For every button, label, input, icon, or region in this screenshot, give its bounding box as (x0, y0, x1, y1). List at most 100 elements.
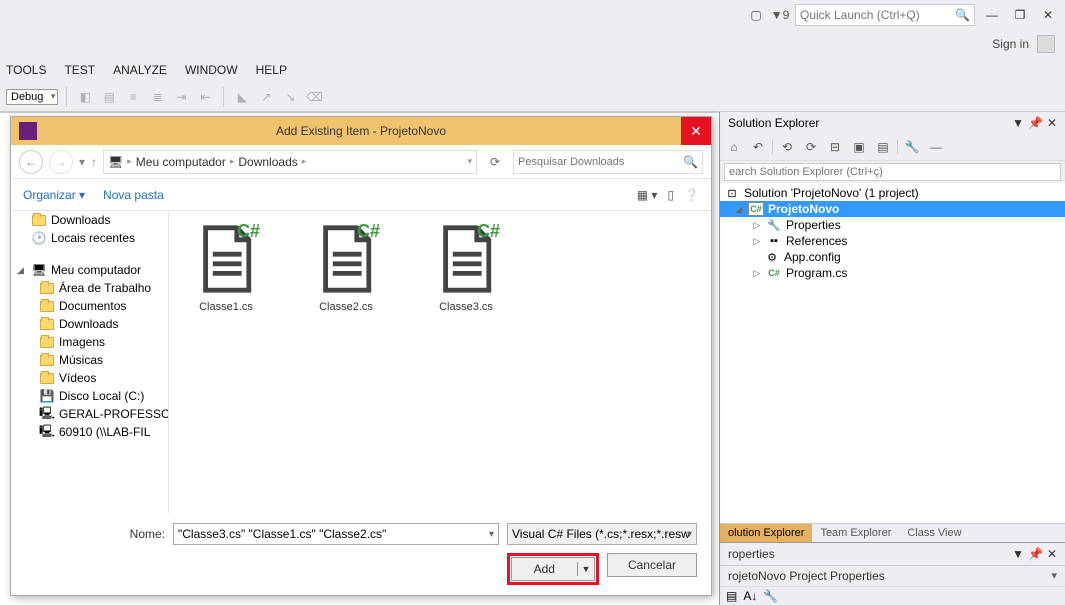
dialog-sidebar[interactable]: Downloads 🕑Locais recentes ◢🖥Meu computa… (11, 211, 169, 513)
sidebar-item-music[interactable]: Músicas (11, 351, 168, 369)
properties-icon[interactable]: 🔧 (902, 138, 922, 156)
sidebar-item-computer[interactable]: ◢🖥Meu computador (11, 261, 168, 279)
close-icon[interactable]: ✕ (1047, 547, 1057, 561)
menu-test[interactable]: TEST (64, 63, 95, 77)
tool-icon[interactable]: ≣ (147, 87, 167, 107)
preview-icon[interactable]: ▤ (873, 138, 893, 156)
dialog-search[interactable]: 🔍 (513, 150, 703, 174)
sort-icon[interactable]: A↓ (743, 589, 757, 603)
solution-search-input[interactable] (724, 163, 1061, 181)
sidebar-item-images[interactable]: Imagens (11, 333, 168, 351)
file-item[interactable]: C# Classe1.cs (181, 223, 271, 313)
cancel-button[interactable]: Cancelar (607, 553, 697, 577)
solution-tree[interactable]: ⊡ Solution 'ProjetoNovo' (1 project) ◢ C… (720, 183, 1065, 523)
file-filter-dropdown[interactable]: Visual C# Files (*.cs;*.resx;*.resw (507, 523, 697, 545)
show-icon[interactable]: ▣ (849, 138, 869, 156)
close-button[interactable]: ✕ (1037, 4, 1059, 26)
tree-item[interactable]: ▷ C# Program.cs (720, 265, 1065, 281)
sync-icon[interactable]: ⟲ (777, 138, 797, 156)
home-icon[interactable]: ⌂ (724, 138, 744, 156)
tab-solution-explorer[interactable]: olution Explorer (720, 524, 812, 542)
main-toolbar: Debug ◧ ▤ ≡ ≣ ⇥ ⇤ ◣ ↗ ↘ ⌫ (0, 82, 1065, 112)
quick-launch-input[interactable] (800, 8, 955, 22)
menu-help[interactable]: HELP (256, 63, 287, 77)
crumb-segment[interactable]: Meu computador (136, 155, 226, 169)
sidebar-item-recent[interactable]: 🕑Locais recentes (11, 229, 168, 247)
menu-window[interactable]: WINDOW (185, 63, 238, 77)
feedback-icon[interactable]: ▢ (747, 6, 765, 24)
tool-icon[interactable]: ≡ (123, 87, 143, 107)
menu-analyze[interactable]: ANALYZE (113, 63, 167, 77)
tool-icon[interactable]: ◧ (75, 87, 95, 107)
menu-tools[interactable]: TOOLS (6, 63, 46, 77)
tool-icon[interactable]: ↘ (280, 87, 300, 107)
pin-icon[interactable]: 📌 (1028, 116, 1043, 130)
tab-class-view[interactable]: Class View (899, 524, 969, 542)
tool-icon[interactable]: ⌫ (304, 87, 324, 107)
pin-icon[interactable]: 📌 (1028, 547, 1043, 561)
sidebar-item-documents[interactable]: Documentos (11, 297, 168, 315)
tree-item[interactable]: ▷ 🔧 Properties (720, 217, 1065, 233)
bookmark-icon[interactable]: ◣ (232, 87, 252, 107)
tool-icon[interactable]: ↗ (256, 87, 276, 107)
back-icon[interactable]: ↶ (748, 138, 768, 156)
collapse-icon[interactable]: ⊟ (825, 138, 845, 156)
dropdown-icon[interactable]: ▼ (1012, 547, 1024, 561)
refresh-icon[interactable]: ⟳ (801, 138, 821, 156)
refresh-button[interactable]: ⟳ (483, 150, 507, 174)
tab-team-explorer[interactable]: Team Explorer (812, 524, 899, 542)
breadcrumb[interactable]: 🖥 ▸ Meu computador ▸ Downloads ▸ ▾ (103, 150, 477, 174)
sidebar-item-videos[interactable]: Vídeos (11, 369, 168, 387)
config-dropdown[interactable]: Debug (6, 89, 58, 105)
tree-solution[interactable]: ⊡ Solution 'ProjetoNovo' (1 project) (720, 185, 1065, 201)
expand-icon[interactable]: ▷ (752, 268, 762, 279)
tool-icon[interactable]: ▤ (99, 87, 119, 107)
notifications-icon[interactable]: ▼9 (771, 6, 789, 24)
expand-icon[interactable]: ▷ (752, 220, 762, 231)
file-list[interactable]: C# Classe1.cs C# Classe2.cs C# Classe3.c… (169, 211, 711, 513)
forward-button[interactable]: → (49, 150, 73, 174)
organize-button[interactable]: Organizar ▾ (23, 188, 85, 202)
expand-icon[interactable]: ▷ (752, 236, 762, 247)
chevron-down-icon[interactable]: ▼ (578, 564, 594, 574)
sidebar-item-disk[interactable]: 💾Disco Local (C:) (11, 387, 168, 405)
dropdown-icon[interactable]: ▼ (1012, 116, 1024, 130)
properties-subject[interactable]: rojetoNovo Project Properties (720, 566, 1065, 586)
signin-link[interactable]: Sign in (992, 37, 1029, 51)
wrench-icon[interactable]: 🔧 (763, 589, 778, 603)
chevron-down-icon[interactable]: ▾ (467, 156, 472, 167)
chevron-down-icon[interactable]: ▾ (79, 155, 85, 169)
back-button[interactable]: ← (19, 150, 43, 174)
tool-icon[interactable]: ⇤ (195, 87, 215, 107)
sidebar-item-downloads[interactable]: Downloads (11, 315, 168, 333)
file-item[interactable]: C# Classe2.cs (301, 223, 391, 313)
dialog-search-input[interactable] (518, 156, 683, 168)
view-icon[interactable]: ▦ ▾ (637, 188, 658, 202)
dialog-title-bar[interactable]: Add Existing Item - ProjetoNovo ✕ (11, 117, 711, 145)
dialog-close-button[interactable]: ✕ (681, 117, 711, 145)
restore-button[interactable]: ❐ (1009, 4, 1031, 26)
add-button[interactable]: Add ▼ (511, 557, 595, 581)
dash-icon[interactable]: — (926, 138, 946, 156)
filename-input[interactable]: "Classe3.cs" "Classe1.cs" "Classe2.cs" (173, 523, 499, 545)
file-item[interactable]: C# Classe3.cs (421, 223, 511, 313)
close-icon[interactable]: ✕ (1047, 116, 1057, 130)
preview-icon[interactable]: ▯ (667, 188, 674, 202)
tree-project[interactable]: ◢ C# ProjetoNovo (720, 201, 1065, 217)
help-icon[interactable]: ❔ (684, 188, 699, 202)
tree-item[interactable]: ⚙ App.config (720, 249, 1065, 265)
sidebar-item-downloads[interactable]: Downloads (11, 211, 168, 229)
avatar[interactable] (1037, 35, 1055, 53)
sidebar-item-network[interactable]: 🖳60910 (\\LAB-FIL (11, 423, 168, 441)
tool-icon[interactable]: ⇥ (171, 87, 191, 107)
expand-icon[interactable]: ◢ (734, 204, 744, 215)
crumb-segment[interactable]: Downloads (238, 155, 297, 169)
new-folder-button[interactable]: Nova pasta (103, 188, 164, 202)
sidebar-item-network[interactable]: 🖳GERAL-PROFESSO (11, 405, 168, 423)
categorize-icon[interactable]: ▤ (726, 589, 737, 603)
up-button[interactable]: ↑ (91, 155, 97, 169)
tree-item[interactable]: ▷ ▪▪ References (720, 233, 1065, 249)
minimize-button[interactable]: — (981, 4, 1003, 26)
sidebar-item-desktop[interactable]: Área de Trabalho (11, 279, 168, 297)
quick-launch[interactable]: 🔍 (795, 4, 975, 26)
